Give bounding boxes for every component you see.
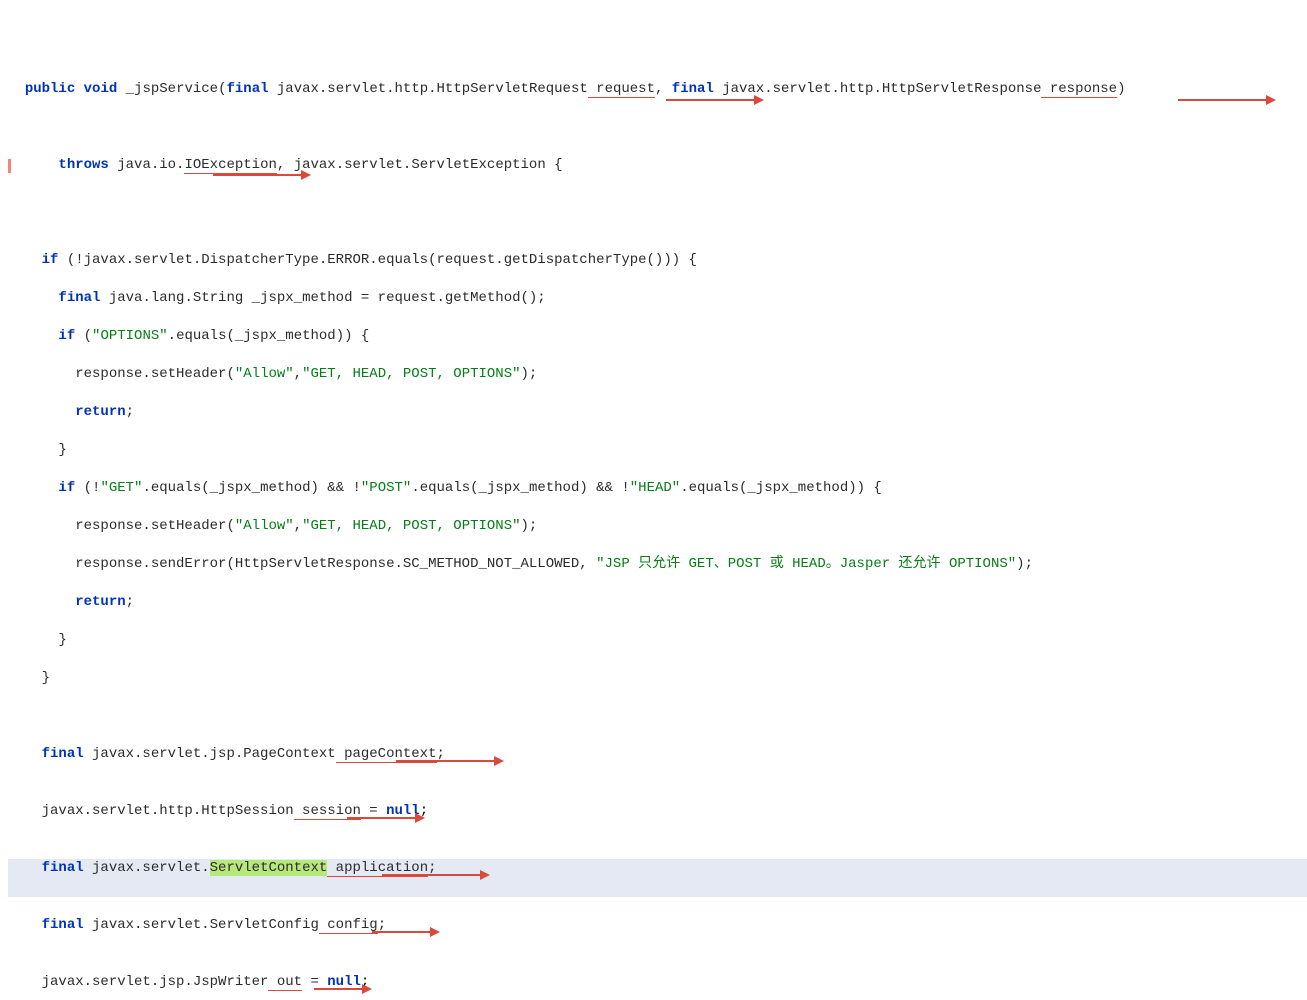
- code-line-17[interactable]: final javax.servlet.jsp.PageContext page…: [8, 745, 1307, 783]
- param-request: request: [588, 81, 655, 98]
- type-ioexception: IOException: [184, 157, 276, 174]
- code-line-21[interactable]: javax.servlet.jsp.JspWriter out = null;: [8, 973, 1307, 1000]
- code-line-2[interactable]: throws java.io.IOException, javax.servle…: [8, 156, 1307, 194]
- code-line-8[interactable]: return;: [8, 403, 1307, 422]
- code-line-15[interactable]: }: [8, 669, 1307, 688]
- code-line-19-selected[interactable]: final javax.servlet.ServletContext appli…: [8, 859, 1307, 897]
- gutter-marker-icon: [8, 159, 11, 173]
- code-line-10[interactable]: if (!"GET".equals(_jspx_method) && !"POS…: [8, 479, 1307, 498]
- keyword-return: return: [75, 404, 125, 420]
- var-out: out: [268, 974, 302, 991]
- code-line-5[interactable]: final java.lang.String _jspx_method = re…: [8, 289, 1307, 308]
- code-line-11[interactable]: response.setHeader("Allow","GET, HEAD, P…: [8, 517, 1307, 536]
- keyword-throws: throws: [58, 157, 108, 173]
- code-line-9[interactable]: }: [8, 441, 1307, 460]
- code-line-12[interactable]: response.sendError(HttpServletResponse.S…: [8, 555, 1307, 574]
- code-line-14[interactable]: }: [8, 631, 1307, 650]
- code-line-4[interactable]: if (!javax.servlet.DispatcherType.ERROR.…: [8, 251, 1307, 270]
- code-line-20[interactable]: final javax.servlet.ServletConfig config…: [8, 916, 1307, 954]
- code-line-13[interactable]: return;: [8, 593, 1307, 612]
- keyword-public: public: [25, 81, 75, 97]
- code-line-blank[interactable]: [8, 707, 1307, 726]
- keyword-void: void: [84, 81, 118, 97]
- keyword-null: null: [386, 803, 420, 819]
- code-line-18[interactable]: javax.servlet.http.HttpSession session =…: [8, 802, 1307, 840]
- var-pagecontext: pageContext: [336, 746, 437, 763]
- code-line-blank[interactable]: [8, 213, 1307, 232]
- var-application: application: [327, 860, 428, 877]
- param-response: response: [1041, 81, 1117, 98]
- code-line-6[interactable]: if ("OPTIONS".equals(_jspx_method)) {: [8, 327, 1307, 346]
- keyword-return: return: [75, 594, 125, 610]
- var-config: config: [319, 917, 378, 934]
- type-servletcontext-highlighted: ServletContext: [210, 860, 328, 876]
- var-session: session: [294, 803, 361, 820]
- code-line-1[interactable]: public void _jspService(final javax.serv…: [8, 80, 1307, 137]
- code-line-7[interactable]: response.setHeader("Allow","GET, HEAD, P…: [8, 365, 1307, 384]
- arrow-icon: [1178, 92, 1278, 108]
